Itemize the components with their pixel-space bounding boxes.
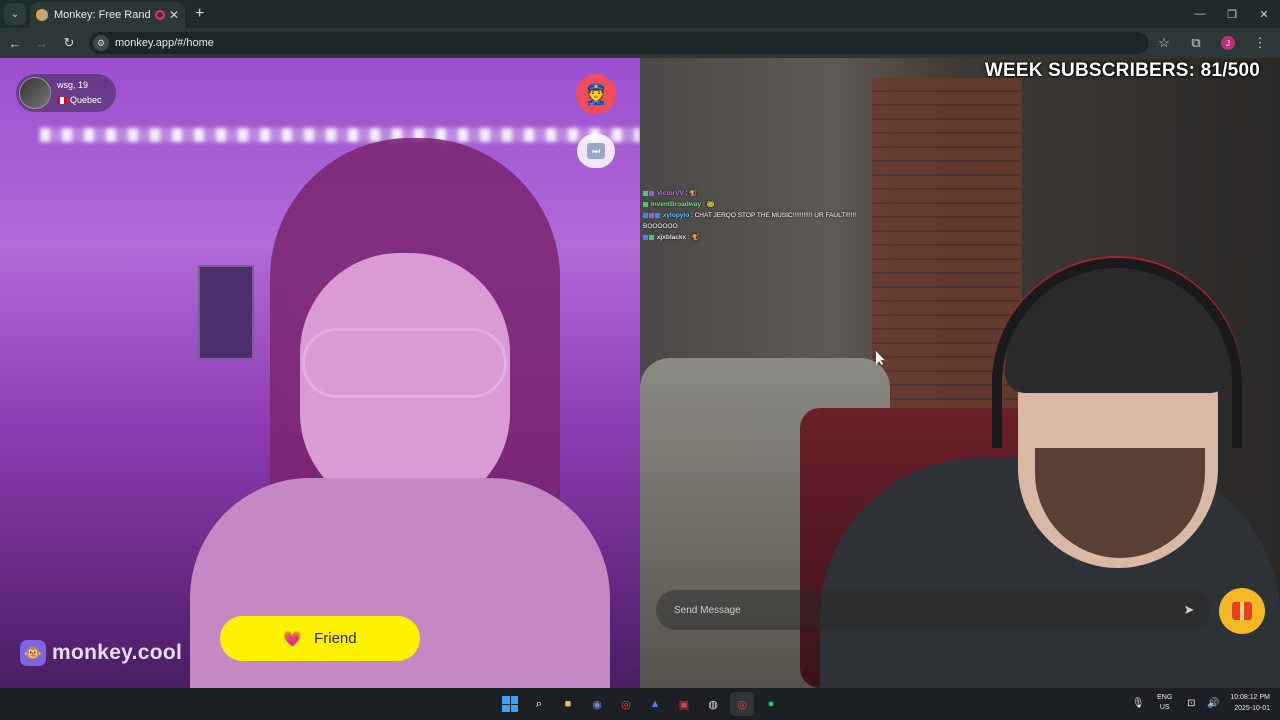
microphone-icon[interactable]: 🎙 [1127, 690, 1149, 716]
browser-tab[interactable]: Monkey: Free Random Vide ✕ [30, 2, 185, 28]
bookmark-star-icon[interactable]: ☆ [1148, 31, 1180, 55]
menu-kebab-icon[interactable]: ⋮ [1244, 31, 1276, 55]
tab-title: Monkey: Free Random Vide [54, 9, 151, 21]
forward-arrow-icon[interactable]: → [30, 31, 54, 55]
tab-list-chevron-icon[interactable]: ⌄ [4, 3, 26, 25]
chrome-icon[interactable]: ◎ [614, 692, 638, 716]
clock[interactable]: 10:08:12 PM 2025-10-01 [1230, 692, 1270, 714]
canada-flag-icon [57, 97, 67, 105]
monkey-brand: 🐵 monkey.cool [20, 640, 182, 666]
system-tray: 🎙 ENG US ⊡ 🔊 10:08:12 PM 2025-10-01 [1127, 690, 1270, 716]
close-window-button[interactable]: ✕ [1248, 0, 1280, 28]
restore-button[interactable]: ❐ [1216, 0, 1248, 28]
obs-icon[interactable]: ◍ [701, 692, 725, 716]
message-bar: ➤ [656, 590, 1211, 630]
stream-chat: VictorVV : 🐒 InventBroadway : 🐸 xylopylo… [643, 188, 873, 243]
url-text: monkey.app/#/home [115, 37, 214, 49]
back-arrow-icon[interactable]: ← [3, 31, 27, 55]
media-app-icon[interactable]: ▣ [672, 692, 696, 716]
stranger-video: wsg, 19 Quebec 👮 ⏭ 🐵 monkey.cool 💗 Frien… [0, 58, 640, 688]
tab-close-icon[interactable]: ✕ [169, 8, 179, 22]
network-icon[interactable]: ⊡ [1180, 690, 1202, 716]
chat-message: VictorVV : 🐒 [643, 188, 873, 199]
friend-button-label: Friend [314, 630, 357, 647]
app-arrow-icon[interactable]: ▲ [643, 692, 667, 716]
chat-message: xylopylo : CHAT JERQO STOP THE MUSIC!!!!… [643, 210, 873, 232]
gift-button[interactable] [1219, 588, 1265, 634]
chrome-active-icon[interactable]: ◎ [730, 692, 754, 716]
video-stage: wsg, 19 Quebec 👮 ⏭ 🐵 monkey.cool 💗 Frien… [0, 58, 1280, 688]
reload-icon[interactable]: ↻ [57, 31, 81, 55]
window-controls: — ❐ ✕ [1184, 0, 1280, 28]
video-figure-headset [992, 258, 1242, 448]
site-info-icon[interactable]: ⚙ [93, 35, 109, 51]
chat-username: xylopylo [662, 212, 690, 219]
browser-toolbar: ← → ↻ ⚙ monkey.app/#/home ☆ ⧉ J ⋮ [0, 28, 1280, 58]
stranger-info-pill[interactable]: wsg, 19 Quebec [16, 74, 116, 112]
chat-username: VictorVV [656, 190, 684, 197]
chat-badge-icon [643, 212, 648, 218]
search-icon[interactable]: ⌕ [527, 692, 551, 716]
chat-message: xjxblackx : 🐒 [643, 232, 873, 243]
minimize-button[interactable]: — [1184, 0, 1216, 28]
clock-time: 10:08:12 PM [1230, 694, 1270, 701]
stranger-avatar [19, 77, 51, 109]
browser-tab-bar: ⌄ Monkey: Free Random Vide ✕ + — ❐ ✕ [0, 0, 1280, 28]
language-code: ENG [1157, 694, 1173, 701]
chat-badge-icon [643, 234, 648, 240]
chat-username: InventBroadway [650, 201, 702, 208]
volume-icon[interactable]: 🔊 [1202, 690, 1224, 716]
chat-message: InventBroadway : 🐸 [643, 199, 873, 210]
os-taskbar: ⌕ ■ ◉ ◎ ▲ ▣ ◍ ◎ ● 🎙 ENG US ⊡ 🔊 10:08:12 … [0, 688, 1280, 720]
stranger-location: Quebec [70, 95, 102, 105]
chat-badge-icon [649, 212, 654, 218]
region-code: US [1159, 704, 1170, 711]
stranger-name-age: wsg, 19 [57, 80, 89, 90]
taskbar-apps: ⌕ ■ ◉ ◎ ▲ ▣ ◍ ◎ ● [498, 692, 788, 716]
monkey-logo-icon: 🐵 [20, 640, 46, 666]
skip-next-button[interactable]: ⏭ [577, 134, 615, 168]
skip-forward-icon: ⏭ [587, 143, 605, 159]
chat-badge-icon [643, 201, 648, 207]
video-figure-glasses [302, 328, 507, 398]
chat-badge-icon [649, 190, 654, 196]
send-message-input[interactable] [674, 604, 1164, 616]
chat-badge-icon [649, 234, 654, 240]
clock-date: 2025-10-01 [1234, 705, 1270, 712]
address-bar[interactable]: ⚙ monkey.app/#/home [89, 32, 1149, 54]
windows-start-icon[interactable] [498, 692, 522, 716]
file-explorer-icon[interactable]: ■ [556, 692, 580, 716]
chat-text: : 🐒 [685, 190, 698, 197]
wall-poster [198, 265, 254, 360]
new-tab-button[interactable]: + [195, 5, 204, 23]
brand-text: monkey.cool [52, 641, 183, 664]
toolbar-actions: ☆ ⧉ J ⋮ [1148, 31, 1276, 55]
week-subscribers-overlay: WEEK SUBSCRIBERS: 81/500 [984, 60, 1260, 81]
language-indicator[interactable]: ENG US [1157, 693, 1172, 713]
report-police-button[interactable]: 👮 [576, 74, 616, 114]
monkey-favicon-icon [36, 9, 48, 21]
gift-box-icon [1232, 602, 1252, 620]
heart-icon: 💗 [283, 630, 303, 648]
profile-avatar[interactable]: J [1221, 36, 1235, 50]
discord-icon[interactable]: ◉ [585, 692, 609, 716]
chat-badge-icon [655, 212, 660, 218]
spotify-icon[interactable]: ● [759, 692, 783, 716]
led-lights-decor [40, 128, 640, 142]
police-officer-icon: 👮 [583, 83, 609, 106]
extensions-icon[interactable]: ⧉ [1180, 31, 1212, 55]
chat-text: : 🐒 [687, 234, 700, 241]
chat-badge-icon [643, 190, 648, 196]
add-friend-button[interactable]: 💗 Friend [220, 616, 420, 661]
recording-indicator-icon [154, 10, 165, 20]
send-arrow-icon[interactable]: ➤ [1181, 602, 1197, 618]
chat-username: xjxblackx [656, 234, 687, 241]
chat-text: : 🐸 [702, 201, 715, 208]
